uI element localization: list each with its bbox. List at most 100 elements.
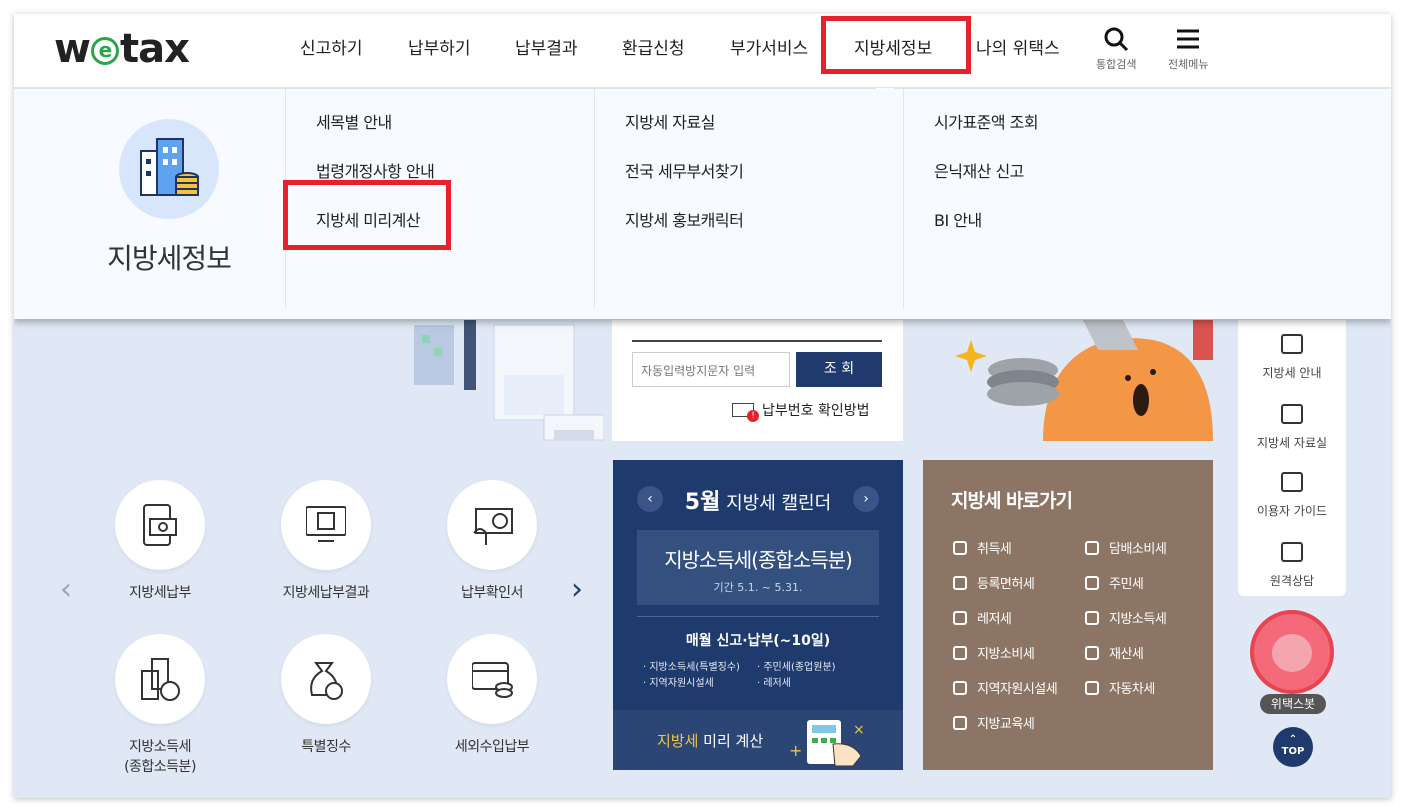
calendar-monthly-title: 매월 신고·납부(~10일) [685, 633, 831, 649]
browser-frame: 자동입력방지문자 입력 조 회 납부번호 확인방법 지방세납부 [14, 14, 1391, 798]
link-tax-item-guide[interactable]: 세목별 안내 [316, 109, 594, 158]
bicycle-icon [953, 611, 967, 625]
quick-label: 세외수입납부 [454, 739, 530, 755]
link-standard-price-lookup[interactable]: 시가표준액 조회 [934, 109, 1203, 158]
quick-payment-certificate[interactable]: 납부확인서 [422, 480, 562, 602]
shortcut-regional-resource-tax[interactable]: 지역자원시설세 [953, 678, 1058, 697]
dropdown-column-3: 시가표준액 조회 은닉재산 신고 BI 안내 [903, 89, 1203, 309]
quick-prev-arrow[interactable]: ‹ [60, 572, 72, 607]
promo-banner[interactable] [923, 320, 1213, 441]
shortcut-local-income-tax[interactable]: 지방소득세 [1085, 608, 1167, 627]
list-icon [1281, 404, 1303, 424]
quick-next-arrow[interactable]: › [571, 572, 583, 607]
lookup-field-edge[interactable] [632, 326, 882, 342]
link-find-tax-office[interactable]: 전국 세무부서찾기 [625, 158, 903, 207]
local-tax-calendar: ‹ 5월 지방세 캘린더 › 지방소득세(종합소득분) 기간 5.1. ~ 5.… [613, 460, 903, 770]
shortcut-tobacco-tax[interactable]: 담배소비세 [1085, 538, 1167, 557]
payment-number-help-link[interactable]: 납부번호 확인방법 [732, 400, 870, 422]
wetax-bot-button[interactable] [1250, 610, 1334, 694]
lookup-search-button[interactable]: 조 회 [796, 352, 882, 387]
shortcut-registration-tax[interactable]: 등록면허세 [953, 573, 1035, 592]
quick-local-income-tax[interactable]: 지방소득세 (종합소득분) [90, 634, 230, 776]
calendar-list-right: · 주민세(종업원분) · 레저세 [757, 662, 836, 689]
site-header: w e tax 신고하기 납부하기 납부결과 환급신청 부가서비스 지방세정보 나의… [14, 14, 1391, 88]
pie-icon [1085, 646, 1099, 660]
card-coins-icon [447, 634, 537, 724]
calendar-title: 지방세 캘린더 [726, 493, 832, 514]
shortcut-resident-tax[interactable]: 주민세 [1085, 573, 1144, 592]
calendar-list-left: · 지방소득세(특별징수) · 지역자원시설세 [643, 662, 740, 689]
calendar-month: 5월 [684, 490, 721, 515]
calendar-divider [637, 616, 879, 617]
quick-label: 지방세납부 [129, 585, 191, 601]
link-local-tax-archive[interactable]: 지방세 자료실 [625, 109, 903, 158]
shortcut-local-consumption-tax[interactable]: 지방소비세 [953, 643, 1035, 662]
side-local-tax-guide[interactable]: 지방세 안내 [1238, 334, 1346, 381]
cigarette-icon [1085, 541, 1099, 555]
quick-special-collection[interactable]: 특별징수 [256, 634, 396, 756]
payment-number-help-label: 납부번호 확인방법 [762, 403, 870, 419]
quick-non-tax-revenue[interactable]: 세외수입납부 [422, 634, 562, 756]
nav-extra-services[interactable]: 부가서비스 [730, 34, 808, 59]
payment-lookup-box: 자동입력방지문자 입력 조 회 납부번호 확인방법 [612, 320, 903, 441]
shortcut-leisure-tax[interactable]: 레저세 [953, 608, 1012, 627]
person-icon [1085, 576, 1099, 590]
integrated-search-button[interactable]: 통합검색 [1096, 26, 1136, 72]
plus-document-icon [953, 576, 967, 590]
dropdown-hero: 지방세정보 [104, 119, 234, 277]
dropdown-column-2: 지방세 자료실 전국 세무부서찾기 지방세 홍보캐릭터 [594, 89, 903, 309]
link-bi-guide[interactable]: BI 안내 [934, 207, 1203, 256]
wetax-logo[interactable]: w e tax [54, 26, 190, 72]
menu-label: 전체메뉴 [1168, 58, 1209, 71]
scroll-top-button[interactable]: ⌃ TOP [1273, 727, 1313, 767]
quick-label: 납부확인서 [461, 585, 523, 601]
nav-payment-result[interactable]: 납부결과 [515, 34, 578, 59]
monitor-cursor-icon [1281, 542, 1303, 562]
quick-label: 지방소득세 (종합소득분) [124, 739, 196, 775]
shortcut-education-tax[interactable]: 지방교육세 [953, 713, 1035, 732]
svg-text:×: × [853, 722, 865, 738]
local-tax-shortcut-box: 지방세 바로가기 취득세 담배소비세 등록면허세 주민세 레저세 지방소득세 지… [923, 460, 1213, 770]
side-remote-support[interactable]: 원격상담 [1238, 542, 1346, 589]
shortcut-acquisition-tax[interactable]: 취득세 [953, 538, 1012, 557]
side-local-tax-archive[interactable]: 지방세 자료실 [1238, 404, 1346, 451]
top-label: TOP [1281, 746, 1305, 757]
side-user-guide[interactable]: 이용자 가이드 [1238, 472, 1346, 519]
receipt-alert-icon [732, 403, 759, 422]
link-hidden-asset-report[interactable]: 은닉재산 신고 [934, 158, 1203, 207]
hamburger-icon [1177, 29, 1200, 49]
svg-text:+: + [789, 741, 802, 760]
nav-report[interactable]: 신고하기 [300, 34, 363, 59]
shortcut-vehicle-tax[interactable]: 자동차세 [1085, 678, 1155, 697]
quick-local-tax-payment[interactable]: 지방세납부 [90, 480, 230, 602]
nav-refund[interactable]: 환급신청 [622, 34, 685, 59]
link-tax-mascot[interactable]: 지방세 홍보캐릭터 [625, 207, 903, 256]
precalc-highlight-box [283, 180, 451, 250]
briefcase-icon [953, 541, 967, 555]
car-icon [1085, 681, 1099, 695]
quick-label: 지방세납부결과 [282, 585, 370, 601]
quick-local-tax-payment-result[interactable]: 지방세납부결과 [256, 480, 396, 602]
shortcut-property-tax[interactable]: 재산세 [1085, 643, 1144, 662]
cart-icon [953, 646, 967, 660]
precalc-highlight: 지방세 [657, 732, 699, 750]
nav-my-wetax[interactable]: 나의 위택스 [976, 34, 1060, 59]
quick-label: 특별징수 [301, 739, 351, 755]
side-quick-menu: 지방세 안내 지방세 자료실 이용자 가이드 원격상담 [1238, 320, 1346, 596]
nav-highlight-box [821, 16, 971, 74]
calendar-next-button[interactable]: › [853, 486, 879, 512]
graduation-cap-icon [953, 716, 967, 730]
search-label: 통합검색 [1096, 58, 1137, 71]
wetax-bot-label[interactable]: 위택스봇 [1260, 694, 1326, 714]
all-menu-button[interactable]: 전체메뉴 [1168, 26, 1208, 72]
nav-pay[interactable]: 납부하기 [408, 34, 471, 59]
captcha-input[interactable]: 자동입력방지문자 입력 [632, 352, 790, 387]
calendar-period: 기간 5.1. ~ 5.31. [713, 581, 803, 594]
payment-card-icon [115, 480, 205, 570]
precalc-label: 미리 계산 [698, 732, 764, 750]
tax-precalc-banner[interactable]: 지방세 미리 계산 + × [613, 710, 903, 770]
calendar-featured-tax[interactable]: 지방소득세(종합소득분) 기간 5.1. ~ 5.31. [637, 530, 879, 605]
money-bag-icon [281, 634, 371, 724]
money-bag-icon [1085, 611, 1099, 625]
ticket-won-icon [447, 480, 537, 570]
